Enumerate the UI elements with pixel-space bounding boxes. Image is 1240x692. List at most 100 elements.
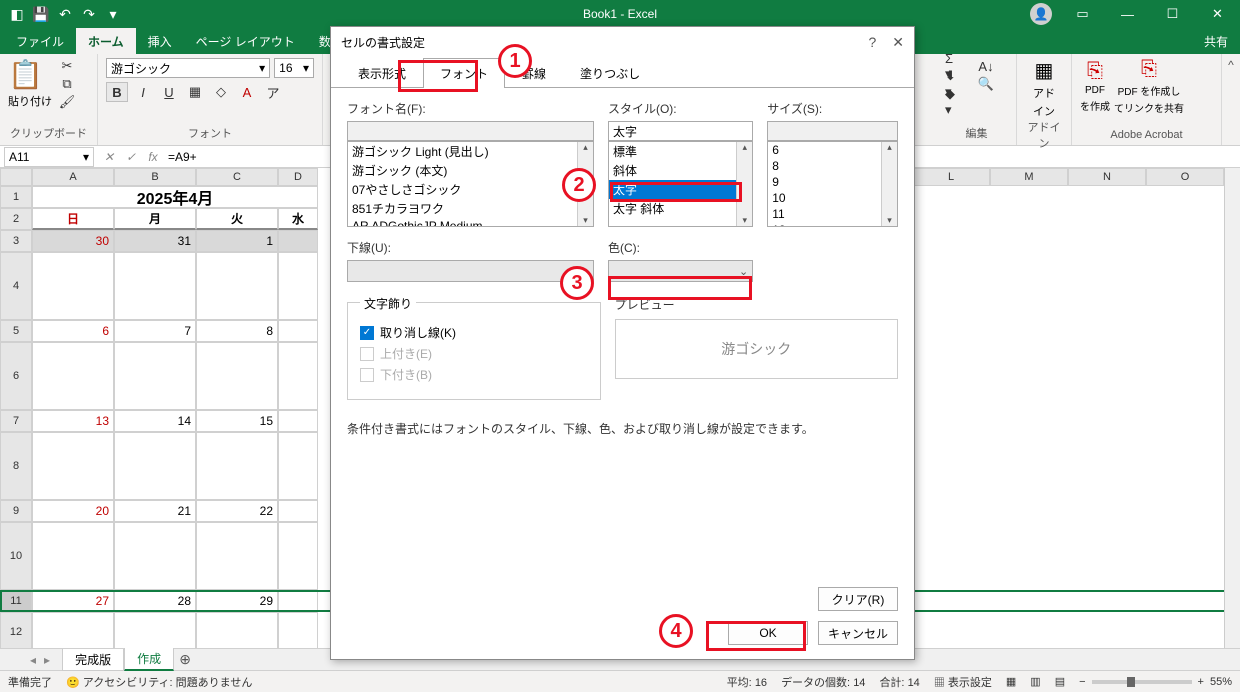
create-pdf-button[interactable]: ⎘ PDF を作成 [1080,60,1110,113]
autosave-icon[interactable]: ◧ [8,5,26,23]
row-header[interactable]: 7 [0,410,32,432]
col-header[interactable]: O [1146,168,1224,186]
cell[interactable] [278,342,318,410]
cell[interactable] [114,612,196,648]
underline-button[interactable]: U [158,82,180,102]
cell[interactable]: 14 [114,410,196,432]
cell[interactable] [196,432,278,500]
cell[interactable]: 20 [32,500,114,522]
fill-color-button[interactable]: ◇ [210,82,232,102]
close-button[interactable]: ✕ [1195,0,1240,28]
cell[interactable] [278,500,318,522]
cell[interactable]: 15 [196,410,278,432]
cell[interactable] [114,342,196,410]
list-item[interactable]: 12 [768,222,897,227]
cell[interactable] [278,612,318,648]
cell[interactable]: 31 [114,230,196,252]
cell[interactable] [32,342,114,410]
row-header[interactable]: 1 [0,186,32,208]
zoom-slider[interactable]: −+55% [1079,676,1232,688]
row-header[interactable]: 11 [0,590,32,612]
cell[interactable]: 30 [32,230,114,252]
display-settings-button[interactable]: ▦ 表示設定 [934,674,992,690]
cell[interactable] [196,252,278,320]
dialog-tab-font[interactable]: フォント [423,58,505,88]
copy-icon[interactable]: ⧉ [58,76,76,92]
list-item-selected[interactable]: 太字 [609,180,752,199]
row-header[interactable]: 8 [0,432,32,500]
cell[interactable] [32,612,114,648]
font-name-list[interactable]: 游ゴシック Light (見出し) 游ゴシック (本文) 07やさしさゴシック … [347,141,594,227]
ok-button[interactable]: OK [728,621,808,645]
clear-button[interactable]: クリア(R) [818,587,898,611]
cell-title[interactable]: 2025年4月 [32,186,318,208]
sheet-tab-active[interactable]: 作成 [124,648,174,671]
sheet-nav-next-icon[interactable]: ▸ [44,653,50,667]
tab-page-layout[interactable]: ページ レイアウト [184,28,307,54]
row-header[interactable]: 10 [0,522,32,590]
col-header[interactable]: A [32,168,114,186]
dialog-tab-fill[interactable]: 塗りつぶし [563,58,657,88]
strikethrough-checkbox[interactable]: ✓取り消し線(K) [360,324,588,341]
col-header[interactable]: B [114,168,196,186]
undo-icon[interactable]: ↶ [56,5,74,23]
cell[interactable] [196,612,278,648]
cell[interactable]: 1 [196,230,278,252]
tab-home[interactable]: ホーム [76,28,136,54]
col-header[interactable]: L [912,168,990,186]
list-item[interactable]: 標準 [609,142,752,161]
cell[interactable] [278,522,318,590]
cell[interactable] [278,432,318,500]
font-style-input[interactable] [608,121,753,141]
row-header[interactable]: 4 [0,252,32,320]
phonetic-button[interactable]: ア [262,82,284,102]
underline-dropdown[interactable]: ⌄ [347,260,594,282]
cell[interactable]: 29 [196,590,278,612]
list-scrollbar[interactable]: ▴▾ [577,142,593,226]
font-style-list[interactable]: 標準 斜体 太字 太字 斜体 ▴▾ [608,141,753,227]
font-size-list[interactable]: 6 8 9 10 11 12 ▴▾ [767,141,898,227]
cell[interactable] [278,252,318,320]
save-icon[interactable]: 💾 [32,5,50,23]
cell[interactable] [278,410,318,432]
paste-button[interactable]: 📋 貼り付け [8,58,52,109]
list-item[interactable]: 斜体 [609,161,752,180]
view-normal-icon[interactable]: ▦ [1006,675,1016,688]
bold-button[interactable]: B [106,82,128,102]
cancel-formula-icon[interactable]: ✕ [98,150,120,164]
list-item[interactable]: 07やさしさゴシック [348,180,593,199]
cell[interactable]: 13 [32,410,114,432]
font-size-combo[interactable]: 16▾ [274,58,314,78]
cell[interactable] [196,342,278,410]
cell[interactable] [278,230,318,252]
cancel-button[interactable]: キャンセル [818,621,898,645]
cell[interactable] [32,522,114,590]
cell[interactable] [278,590,318,612]
list-item[interactable]: 游ゴシック Light (見出し) [348,142,593,161]
name-box[interactable]: A11▾ [4,147,94,167]
dialog-tab-border[interactable]: 罫線 [505,58,563,88]
cell[interactable] [114,522,196,590]
tab-file[interactable]: ファイル [4,28,76,54]
ribbon-options-icon[interactable]: ▭ [1060,0,1105,28]
user-avatar-icon[interactable]: 👤 [1030,3,1052,25]
row-header[interactable]: 6 [0,342,32,410]
sheet-tab[interactable]: 完成版 [62,649,124,671]
cell[interactable]: 水 [278,208,318,230]
col-header[interactable]: C [196,168,278,186]
row-header[interactable]: 12 [0,612,32,648]
row-header[interactable]: 9 [0,500,32,522]
cell[interactable]: 28 [114,590,196,612]
add-sheet-button[interactable]: ⊕ [174,651,196,668]
row-header[interactable]: 5 [0,320,32,342]
find-select-icon[interactable]: 🔍 [977,76,995,92]
font-color-dropdown[interactable]: ⌄ [608,260,753,282]
enter-formula-icon[interactable]: ✓ [120,150,142,164]
vertical-scrollbar[interactable] [1224,168,1240,648]
view-page-layout-icon[interactable]: ▥ [1030,675,1040,688]
font-name-combo[interactable]: 游ゴシック▾ [106,58,270,78]
italic-button[interactable]: I [132,82,154,102]
cell[interactable] [32,432,114,500]
list-item[interactable]: 游ゴシック (本文) [348,161,593,180]
collapse-ribbon-icon[interactable]: ^ [1222,54,1240,145]
